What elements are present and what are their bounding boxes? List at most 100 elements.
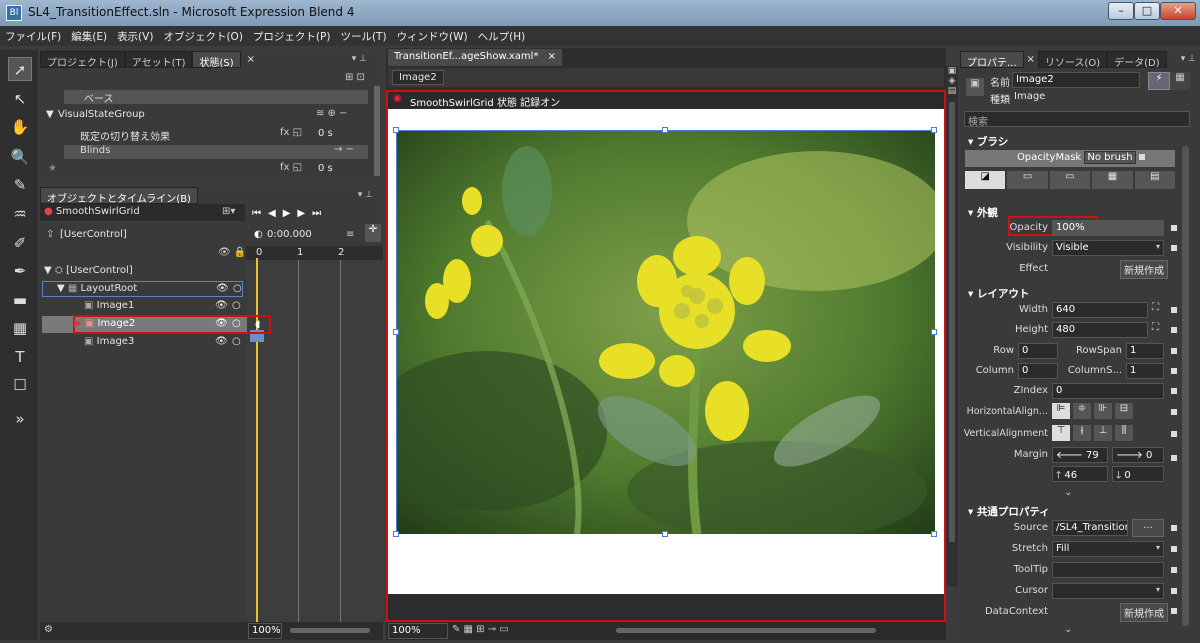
lock-dot-icon[interactable]: ○ — [232, 300, 241, 311]
align-right-icon[interactable]: ⊪ — [1094, 403, 1112, 419]
tab-properties[interactable]: プロパテ... — [960, 50, 1024, 69]
margin-right-input[interactable]: 🡒 0 — [1112, 447, 1164, 463]
close-tab-icon[interactable]: × — [548, 51, 556, 62]
state-time[interactable]: 0 s — [318, 163, 333, 174]
eye-icon[interactable]: 👁 — [215, 336, 228, 347]
align-bottom-icon[interactable]: ⊥ — [1094, 425, 1112, 441]
expand-more-icon[interactable]: ⌄ — [1064, 487, 1072, 498]
column-input[interactable]: 0 — [1018, 363, 1058, 379]
no-brush-value[interactable]: No brush — [1084, 151, 1136, 164]
menu-edit[interactable]: 編集(E) — [66, 26, 112, 46]
eye-icon[interactable]: 👁 — [215, 318, 228, 329]
expand-more-icon[interactable]: ⌄ — [1064, 624, 1072, 635]
zoom-tool-icon[interactable]: 🔍 — [8, 145, 32, 169]
state-group-name[interactable]: VisualStateGroup — [58, 109, 145, 120]
tree-item-image3[interactable]: ▣ Image3 👁 ○ — [84, 336, 244, 347]
direct-select-tool-icon[interactable]: ↖ — [8, 87, 32, 111]
timeline-options-icon[interactable]: ⚙ — [44, 624, 53, 635]
resize-handle[interactable] — [662, 127, 668, 133]
cursor-select[interactable]: ▾ — [1052, 583, 1164, 599]
tree-item-image2[interactable]: ▶ ▣ Image2 👁 ○ — [74, 318, 254, 329]
visibility-select[interactable]: Visible ▾ — [1052, 240, 1164, 256]
visibility-all-icon[interactable]: 👁 🔒 — [218, 247, 246, 258]
breadcrumb[interactable]: Image2 — [392, 70, 444, 85]
tree-item-usercontrol[interactable]: ▼ ⛭ [UserControl] — [44, 265, 244, 276]
state-easing-icon[interactable]: fx ◱ — [280, 162, 302, 173]
tab-assets[interactable]: アセット(T) — [124, 50, 193, 69]
advanced-options-icon[interactable] — [1171, 455, 1177, 461]
tab-data[interactable]: データ(D) — [1107, 50, 1167, 69]
storyboard-options-icon[interactable]: ⊞▾ — [222, 206, 235, 217]
solid-brush-icon[interactable]: ▭ — [1007, 171, 1048, 189]
rowspan-input[interactable]: 1 — [1126, 343, 1164, 359]
eyedropper-tool-icon[interactable]: ✎ — [8, 173, 32, 197]
properties-view-icon[interactable]: ▦ — [1170, 72, 1190, 90]
scope-up-icon[interactable]: ⇪ — [46, 229, 54, 240]
source-input[interactable]: /SL4_Transition — [1052, 520, 1128, 536]
menu-project[interactable]: プロジェクト(P) — [248, 26, 336, 46]
selected-image2[interactable] — [367, 130, 947, 541]
timeline-time[interactable]: 0:00.000 — [267, 229, 312, 240]
resize-handle[interactable] — [393, 531, 399, 537]
advanced-options-icon[interactable] — [1171, 567, 1177, 573]
brush-transform-tool-icon[interactable]: ✐ — [8, 231, 32, 255]
resize-handle[interactable] — [393, 329, 399, 335]
opacity-mask-row[interactable]: OpacityMask No brush — [965, 150, 1175, 167]
playhead[interactable] — [256, 258, 258, 622]
add-state-group-icon[interactable]: ⊞ ⊡ — [345, 72, 365, 83]
row-input[interactable]: 0 — [1018, 343, 1058, 359]
resize-handle[interactable] — [931, 127, 937, 133]
design-view-icon[interactable]: ▣ — [946, 66, 958, 76]
tile-brush-icon[interactable]: ▦ — [1092, 171, 1133, 189]
grid-tool-icon[interactable]: ▦ — [8, 316, 32, 340]
advanced-options-icon[interactable] — [1171, 588, 1177, 594]
record-keyframe-icon[interactable]: ◐ — [254, 229, 263, 240]
align-left-icon[interactable]: ⊫ — [1052, 403, 1070, 419]
advanced-options-icon[interactable] — [1138, 154, 1145, 160]
datacontext-new-button[interactable]: 新規作成 — [1120, 603, 1168, 622]
search-input[interactable]: 検索 — [964, 111, 1190, 128]
align-center-icon[interactable]: ≑ — [1073, 403, 1091, 419]
xaml-view-icon[interactable]: ◈ — [946, 76, 958, 86]
properties-scrollbar[interactable] — [1182, 146, 1189, 626]
resize-handle[interactable] — [662, 531, 668, 537]
margin-bottom-input[interactable]: 🡓 0 — [1112, 466, 1164, 482]
tab-resources[interactable]: リソース(O) — [1037, 50, 1108, 69]
advanced-options-icon[interactable] — [1171, 525, 1177, 531]
advanced-options-icon[interactable] — [1171, 225, 1177, 231]
expand-arrow-icon[interactable]: ▼ — [57, 283, 65, 294]
browse-button[interactable]: ... — [1132, 519, 1164, 537]
keyframe-icon[interactable]: ◖ — [255, 319, 260, 330]
align-middle-icon[interactable]: ⫲ — [1073, 425, 1091, 441]
default-transition-time[interactable]: 0 s — [318, 128, 333, 139]
document-tab[interactable]: TransitionEf...ageShow.xaml* × — [388, 49, 563, 66]
star-icon[interactable]: ★ — [48, 163, 57, 174]
record-icon[interactable]: ◉ — [393, 93, 402, 104]
tab-states[interactable]: 状態(S) — [192, 50, 241, 69]
effect-new-button[interactable]: 新規作成 — [1120, 260, 1168, 279]
tree-item-layoutroot[interactable]: ▼ ▦ LayoutRoot 👁 ○ — [42, 281, 243, 297]
transition-icon[interactable]: ≋ ⊕ − — [316, 108, 348, 119]
eye-icon[interactable]: 👁 — [216, 283, 229, 294]
pin-icon[interactable]: ▾ ⊥ — [352, 54, 367, 64]
menu-file[interactable]: ファイル(F) — [0, 26, 66, 46]
maximize-button[interactable]: □ — [1134, 2, 1160, 20]
columnspan-input[interactable]: 1 — [1126, 363, 1164, 379]
align-stretch-icon[interactable]: ⊟ — [1115, 403, 1133, 419]
text-tool-icon[interactable]: T — [8, 345, 32, 369]
advanced-options-icon[interactable] — [1171, 546, 1177, 552]
controls-tool-icon[interactable]: ☐ — [8, 373, 32, 397]
lock-dot-icon[interactable]: ○ — [232, 318, 241, 329]
rectangle-tool-icon[interactable]: ▬ — [8, 288, 32, 312]
storyboard-picker[interactable]: ● SmoothSwirlGrid — [40, 204, 245, 221]
advanced-options-icon[interactable] — [1171, 327, 1177, 333]
selection-tool-icon[interactable]: ➚ — [8, 57, 32, 81]
minimize-button[interactable]: – — [1108, 2, 1134, 20]
split-view-icon[interactable]: ▤ — [946, 86, 958, 96]
state-transition-icon[interactable]: → − — [334, 144, 354, 155]
close-tab-icon[interactable]: × — [247, 54, 255, 65]
state-blinds[interactable]: Blinds — [64, 145, 368, 159]
menu-help[interactable]: ヘルプ(H) — [473, 26, 531, 46]
tab-project[interactable]: プロジェクト(J) — [40, 50, 125, 69]
scope-root[interactable]: [UserControl] — [60, 229, 127, 240]
